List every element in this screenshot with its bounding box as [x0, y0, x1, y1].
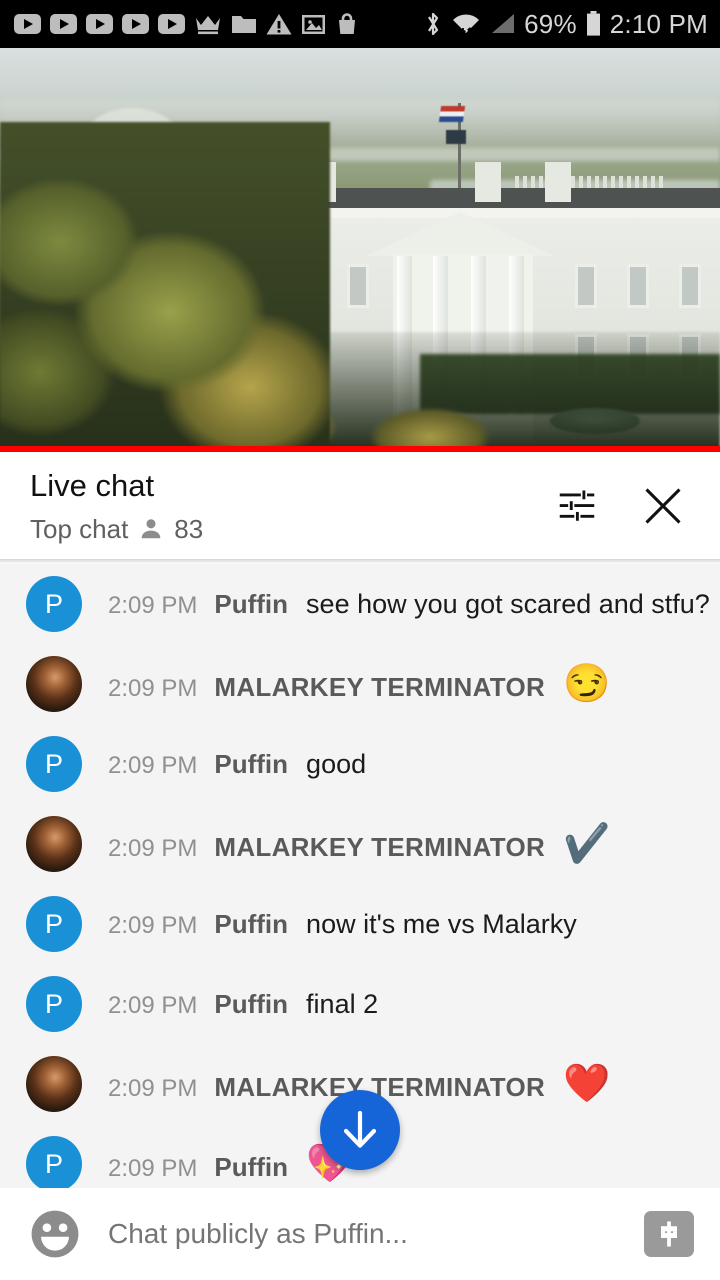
- chat-message-row[interactable]: P 2:09 PM Puffin good: [0, 724, 720, 804]
- status-bar-notification-icons: [14, 12, 424, 36]
- youtube-notification-icon-5: [158, 14, 185, 34]
- avatar[interactable]: P: [26, 1136, 82, 1188]
- message-author[interactable]: Puffin: [214, 909, 288, 940]
- wifi-icon: [453, 14, 480, 34]
- folder-icon: [232, 16, 256, 33]
- message-text: see how you got scared and stfu?: [306, 588, 710, 619]
- live-chat-subtitle-row[interactable]: Top chat 83: [30, 514, 554, 545]
- clock-label: 2:10 PM: [609, 9, 708, 39]
- avatar-letter: P: [44, 988, 63, 1019]
- video-flag-us: [438, 106, 466, 122]
- close-icon[interactable]: [640, 483, 686, 529]
- app-screen: 69% 2:10 PM Live chat Top chat 83 P 2:09…: [0, 0, 720, 1280]
- chat-message-body: 2:09 PM MALARKEY TERMINATOR ✔️: [108, 825, 706, 863]
- scroll-to-bottom-button[interactable]: [320, 1090, 400, 1170]
- avatar[interactable]: P: [26, 896, 82, 952]
- live-chat-header-titles: Live chat Top chat 83: [30, 467, 554, 544]
- warning-icon: [266, 13, 292, 34]
- superchat-dollar-icon: [661, 1221, 677, 1247]
- chat-message-row[interactable]: 2:09 PM MALARKEY TERMINATOR 😏: [0, 644, 720, 724]
- avatar-letter: P: [44, 908, 63, 939]
- video-chimney-4: [545, 162, 571, 202]
- message-timestamp: 2:09 PM: [108, 835, 198, 862]
- video-trees: [0, 122, 330, 452]
- message-timestamp: 2:09 PM: [108, 751, 198, 779]
- bluetooth-icon: [428, 12, 439, 36]
- shopping-bag-icon: [339, 13, 355, 34]
- message-timestamp: 2:09 PM: [108, 591, 198, 619]
- message-author[interactable]: Puffin: [214, 1152, 288, 1183]
- video-house-pediment: [365, 212, 555, 256]
- video-chimney-3: [475, 162, 501, 202]
- emoji-smiley-icon[interactable]: [28, 1207, 82, 1261]
- live-chat-header: Live chat Top chat 83: [0, 452, 720, 560]
- crown-icon: [196, 16, 220, 35]
- message-timestamp: 2:09 PM: [108, 991, 198, 1019]
- chat-input-bar: [0, 1188, 720, 1280]
- video-player[interactable]: [0, 48, 720, 452]
- chat-message-body: 2:09 PM Puffin final 2: [108, 989, 706, 1020]
- youtube-notification-icon-1: [14, 14, 41, 34]
- status-bar-system-icons: 69% 2:10 PM: [424, 10, 708, 38]
- chat-message-body: 2:09 PM Puffin now it's me vs Malarky: [108, 909, 706, 940]
- avatar-letter: P: [44, 1148, 63, 1179]
- youtube-notification-icon-3: [86, 14, 113, 34]
- cellular-signal-icon: [492, 14, 515, 33]
- avatar[interactable]: [26, 656, 82, 712]
- video-flag-second: [446, 130, 466, 144]
- chat-message-body: 2:09 PM MALARKEY TERMINATOR 😏: [108, 665, 706, 703]
- avatar[interactable]: P: [26, 576, 82, 632]
- video-house-balustrade: [515, 176, 665, 188]
- chat-message-row[interactable]: P 2:09 PM Puffin final 2: [0, 964, 720, 1044]
- message-text: final 2: [306, 988, 379, 1019]
- chat-message-body: 2:09 PM Puffin see how you got scared an…: [108, 589, 710, 620]
- live-chat-header-actions: [554, 483, 692, 529]
- chat-settings-icon[interactable]: [554, 483, 600, 529]
- chat-message-row[interactable]: P 2:09 PM Puffin now it's me vs Malarky: [0, 884, 720, 964]
- chat-message-row[interactable]: 2:09 PM MALARKEY TERMINATOR ✔️: [0, 804, 720, 884]
- page-title: Live chat: [30, 468, 155, 504]
- chat-input[interactable]: [108, 1218, 644, 1250]
- avatar-letter: P: [44, 748, 63, 779]
- message-emoji: 😏: [563, 663, 611, 705]
- message-author[interactable]: Puffin: [214, 589, 288, 620]
- chat-mode-label[interactable]: Top chat: [30, 514, 128, 545]
- avatar[interactable]: P: [26, 736, 82, 792]
- person-icon: [141, 519, 161, 539]
- arrow-down-icon: [343, 1110, 377, 1148]
- avatar[interactable]: [26, 1056, 82, 1112]
- chat-message-body: 2:09 PM Puffin good: [108, 749, 706, 780]
- youtube-notification-icon-2: [50, 14, 77, 34]
- message-emoji: ❤️: [563, 1063, 611, 1105]
- message-author[interactable]: MALARKEY TERMINATOR: [214, 832, 545, 863]
- message-author[interactable]: MALARKEY TERMINATOR: [214, 672, 545, 703]
- status-bar: 69% 2:10 PM: [0, 0, 720, 48]
- avatar[interactable]: P: [26, 976, 82, 1032]
- video-window-6: [679, 264, 701, 308]
- chat-message-row[interactable]: P 2:09 PM Puffin see how you got scared …: [0, 564, 720, 644]
- chat-message-body: 2:09 PM MALARKEY TERMINATOR ❤️: [108, 1065, 706, 1103]
- image-icon: [302, 15, 325, 34]
- avatar-letter: P: [44, 588, 63, 619]
- message-timestamp: 2:09 PM: [108, 1075, 198, 1102]
- battery-icon: [586, 11, 600, 36]
- chat-message-body: 2:09 PM Puffin 💖: [108, 1145, 706, 1183]
- battery-percent-label: 69%: [524, 9, 577, 39]
- video-window-5: [627, 264, 649, 308]
- superchat-button[interactable]: [644, 1211, 694, 1257]
- message-author[interactable]: Puffin: [214, 989, 288, 1020]
- message-author[interactable]: Puffin: [214, 749, 288, 780]
- message-timestamp: 2:09 PM: [108, 675, 198, 702]
- message-emoji: ✔️: [563, 823, 611, 865]
- message-timestamp: 2:09 PM: [108, 911, 198, 939]
- message-text: now it's me vs Malarky: [306, 908, 577, 939]
- message-timestamp: 2:09 PM: [108, 1155, 198, 1182]
- message-text: good: [306, 748, 367, 779]
- viewer-count-label: 83: [174, 513, 204, 544]
- video-window-3: [347, 264, 369, 308]
- youtube-notification-icon-4: [122, 14, 149, 34]
- video-window-4: [575, 264, 597, 308]
- avatar[interactable]: [26, 816, 82, 872]
